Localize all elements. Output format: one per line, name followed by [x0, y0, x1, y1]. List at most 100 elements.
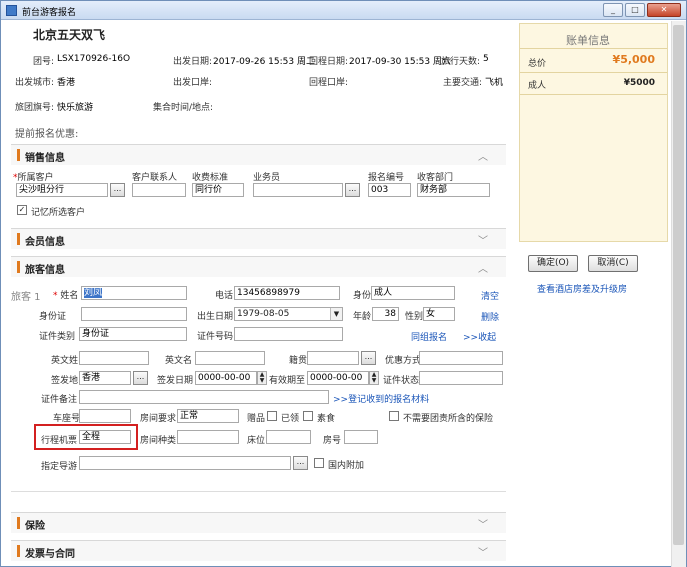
- section-member[interactable]: 会员信息 ﹀: [11, 228, 506, 249]
- room-no-input[interactable]: [344, 430, 378, 444]
- valid-until-spinner[interactable]: ▲ ▼: [369, 371, 379, 385]
- maximize-button[interactable]: □: [625, 3, 645, 17]
- delete-link[interactable]: 删除: [481, 310, 499, 323]
- domestic-addon-checkbox[interactable]: [314, 458, 324, 468]
- ticket-label: 行程机票: [41, 436, 78, 446]
- remember-client-checkbox[interactable]: ✓: [17, 205, 27, 215]
- total-price: ¥5,000: [612, 53, 655, 66]
- report-no-input[interactable]: 003: [368, 183, 411, 197]
- no-insurance-checkbox[interactable]: [389, 411, 399, 421]
- section-member-title: 会员信息: [25, 237, 65, 248]
- name-input[interactable]: 刘凤: [81, 286, 187, 300]
- cert-status-label: 证件状态: [383, 376, 420, 386]
- en-first-input[interactable]: [195, 351, 265, 365]
- chevron-down-icon[interactable]: ﹀: [478, 544, 488, 559]
- gender-select[interactable]: 女: [423, 307, 455, 321]
- collapse-link[interactable]: >>收起: [463, 330, 496, 343]
- guide-input[interactable]: [79, 456, 291, 470]
- scrollbar-thumb[interactable]: [673, 25, 684, 545]
- total-label: 总价: [528, 59, 547, 69]
- guide-picker-button[interactable]: ...: [293, 456, 308, 470]
- days-value: 5: [483, 54, 489, 64]
- return-date-label: 回程日期:: [309, 57, 349, 67]
- client-input[interactable]: 尖沙咀分行: [16, 183, 108, 197]
- gift-label: 赠品: [247, 414, 266, 424]
- id-card-input[interactable]: [81, 307, 187, 321]
- gift-received-label: 已领: [281, 414, 300, 424]
- contact-pref-input[interactable]: [419, 351, 503, 365]
- room-req-select[interactable]: 正常: [177, 409, 239, 423]
- issue-place-picker-button[interactable]: ...: [133, 371, 148, 385]
- en-last-input[interactable]: [79, 351, 149, 365]
- no-insurance-label: 不需要团责所含的保险: [403, 414, 494, 424]
- chevron-up-icon[interactable]: ︿: [478, 260, 488, 275]
- close-button[interactable]: ✕: [647, 3, 681, 17]
- depart-date-label: 出发日期:: [173, 57, 213, 67]
- staff-picker-button[interactable]: ...: [345, 183, 360, 197]
- native-picker-button[interactable]: ...: [361, 351, 376, 365]
- fee-select[interactable]: 同行价: [192, 183, 244, 197]
- section-traveler-title: 旅客信息: [25, 265, 65, 276]
- section-sales-title: 销售信息: [25, 153, 65, 164]
- cert-no-input[interactable]: [234, 327, 343, 341]
- cert-note-input[interactable]: [79, 390, 329, 404]
- native-input[interactable]: [307, 351, 359, 365]
- remember-client-label: 记忆所选客户: [31, 208, 86, 218]
- section-traveler[interactable]: 旅客信息 ︿: [11, 256, 506, 277]
- identity-label: 身份: [353, 291, 372, 301]
- staff-input[interactable]: [253, 183, 343, 197]
- traveler-index-label: 旅客 1: [11, 292, 41, 303]
- issue-place-label: 签发地: [51, 376, 79, 386]
- return-date-value: 2017-09-30 15:53 周六: [349, 57, 451, 67]
- section-insurance-title: 保险: [25, 521, 45, 532]
- adult-price: ¥5000: [623, 78, 655, 88]
- birth-date-picker[interactable]: 1979-08-05 ▼: [234, 307, 343, 321]
- clear-link[interactable]: 清空: [481, 289, 499, 302]
- seat-input[interactable]: [79, 409, 131, 423]
- cancel-button[interactable]: 取消(C): [588, 255, 638, 272]
- register-materials-link[interactable]: >>登记收到的报名材料: [333, 392, 429, 405]
- vegetarian-checkbox[interactable]: [303, 411, 313, 421]
- room-type-select[interactable]: [177, 430, 239, 444]
- contact-pref-label: 优惠方式: [385, 356, 422, 366]
- section-sales[interactable]: 销售信息 ︿: [11, 144, 506, 165]
- section-accent: [17, 233, 20, 245]
- ticket-select[interactable]: 全程: [79, 430, 131, 444]
- section-accent: [17, 149, 20, 161]
- bed-input[interactable]: [266, 430, 311, 444]
- issue-date-spinner[interactable]: ▲ ▼: [257, 371, 267, 385]
- valid-until-label: 有效期至: [269, 376, 306, 386]
- dropdown-arrow-icon[interactable]: ▼: [330, 308, 342, 320]
- confirm-button[interactable]: 确定(O): [528, 255, 578, 272]
- dept-input[interactable]: 财务部: [417, 183, 490, 197]
- cert-status-input[interactable]: [419, 371, 503, 385]
- phone-input[interactable]: 13456898979: [234, 286, 340, 300]
- contact-label: 客户联系人: [132, 173, 178, 183]
- gather-label: 集合时间/地点:: [153, 103, 214, 113]
- chevron-down-icon[interactable]: ﹀: [478, 516, 488, 531]
- depart-city-label: 出发城市:: [15, 78, 55, 88]
- age-input[interactable]: 38: [372, 307, 399, 321]
- identity-select[interactable]: 成人: [371, 286, 455, 300]
- valid-until-input[interactable]: 0000-00-00: [307, 371, 369, 385]
- section-insurance[interactable]: 保险 ﹀: [11, 512, 506, 533]
- depart-date-value: 2017-09-26 15:53 周二: [213, 57, 315, 67]
- issue-place-input[interactable]: 香港: [79, 371, 131, 385]
- client-label: *所属客户: [13, 173, 54, 183]
- chevron-up-icon[interactable]: ︿: [478, 148, 488, 163]
- gift-received-checkbox[interactable]: [267, 411, 277, 421]
- client-picker-button[interactable]: ...: [110, 183, 125, 197]
- cert-type-select[interactable]: 身份证: [79, 327, 187, 341]
- divider: [520, 48, 667, 49]
- transport-value: 飞机: [485, 78, 504, 88]
- same-group-link[interactable]: 同组报名: [411, 330, 447, 343]
- phone-label: 电话: [215, 291, 234, 301]
- hotel-upgrade-link[interactable]: 查看酒店房差及升级房: [537, 282, 627, 295]
- account-panel: 账单信息 总价 ¥5,000 成人 ¥5000: [519, 23, 668, 242]
- contact-input[interactable]: [132, 183, 186, 197]
- section-invoice[interactable]: 发票与合同 ﹀: [11, 540, 506, 561]
- chevron-down-icon[interactable]: ﹀: [478, 232, 488, 247]
- issue-date-input[interactable]: 0000-00-00: [195, 371, 257, 385]
- minimize-button[interactable]: _: [603, 3, 623, 17]
- section-invoice-title: 发票与合同: [25, 549, 75, 560]
